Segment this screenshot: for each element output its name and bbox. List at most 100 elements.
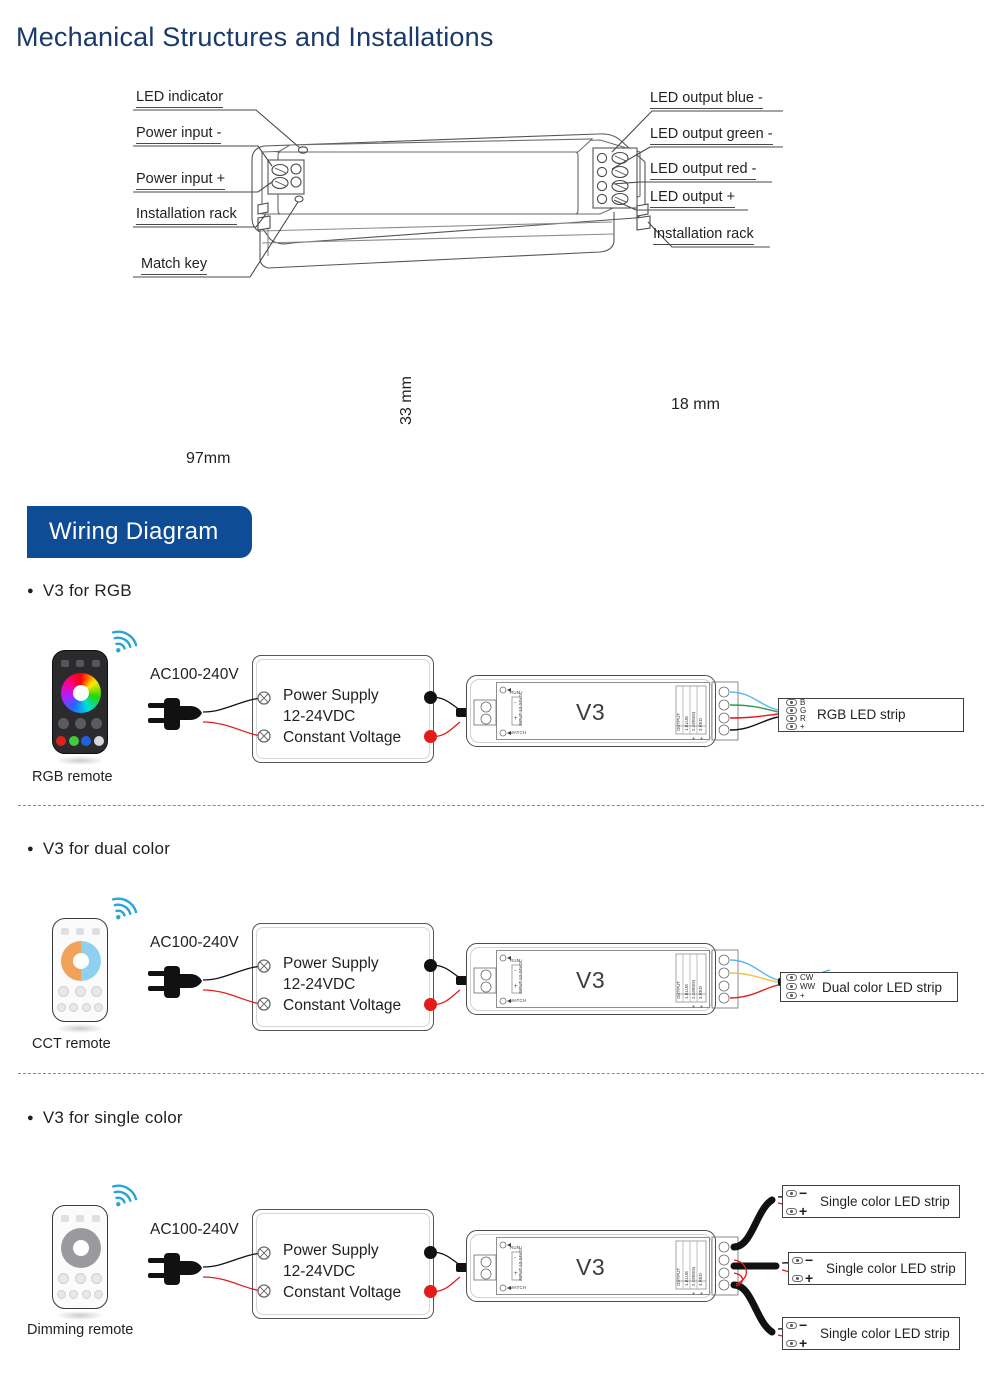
page-title: Mechanical Structures and Installations (16, 22, 494, 52)
v3-input-label-dimming: INPUT 12-24VDC (518, 1246, 523, 1281)
single-strip-1-pad-positive (786, 1208, 797, 1215)
psu-output-negative-dot-dimming (424, 1246, 437, 1259)
rgb-remote-blue-button[interactable] (81, 736, 92, 746)
dual-color-led-strip-label: Dual color LED strip (822, 980, 943, 995)
rgb-remote-power-button[interactable] (74, 718, 86, 729)
cct-remote-scene-button-1[interactable] (56, 1003, 66, 1012)
dimming-wheel-center[interactable] (73, 1240, 89, 1256)
dimming-remote-prev-button[interactable] (58, 1273, 70, 1284)
cct-remote-label: CCT remote (32, 1036, 111, 1052)
v3-panel-cct (496, 950, 710, 1008)
cct-remote-top-button-1[interactable] (60, 928, 69, 935)
dimming-remote-scene-button-4[interactable] (94, 1290, 104, 1299)
rgb-strip-pad-plus (786, 723, 797, 730)
psu-line-3-rgb: Constant Voltage (283, 729, 402, 746)
cct-remote-power-button[interactable] (74, 986, 86, 997)
callout-power-input-negative: Power input - (136, 125, 222, 144)
dimming-remote-top-button-1[interactable] (60, 1215, 69, 1222)
v3-input-neg-cct: - (514, 968, 517, 974)
v3-out-col-2-cct: 2.GREEN (691, 979, 696, 999)
v3-out-plus-2-rgb: + (700, 736, 704, 742)
separator-2 (18, 1073, 984, 1074)
psu-line-3-dimming: Constant Voltage (283, 1284, 402, 1301)
heading-v3-for-rgb: V3 for RGB (27, 581, 132, 601)
cct-remote-scene-button-3[interactable] (81, 1003, 91, 1012)
v3-out-col-1-cct: 1.BLUE (684, 983, 689, 999)
rgb-remote-white-button[interactable] (94, 736, 105, 746)
psu-line-2-cct: 12-24VDC (283, 976, 356, 993)
v3-input-neg-rgb: - (514, 700, 517, 706)
ac-label-rgb: AC100-240V (150, 666, 239, 683)
callout-power-input-positive: Power input + (136, 171, 226, 190)
psu-line-1-rgb: Power Supply (283, 687, 379, 704)
dual-strip-terminal-plus: + (800, 991, 805, 1000)
cct-remote-top-button-3[interactable] (91, 928, 100, 935)
wiring-diagram-banner-label: Wiring Diagram (49, 518, 219, 545)
v3-out-plus-1-cct: + (692, 1004, 696, 1010)
rgb-remote-red-button[interactable] (55, 736, 66, 746)
ac-plug-icon-dimming (148, 1253, 202, 1285)
v3-input-pos-dimming: + (514, 1271, 518, 1277)
rgb-strip-pad-b (786, 699, 797, 706)
v3-out-col-1-rgb: 1.BLUE (684, 715, 689, 731)
single-strip-1-terminal-negative: − (799, 1185, 808, 1201)
psu-line-3-cct: Constant Voltage (283, 997, 402, 1014)
callout-match-key: Match key (141, 256, 208, 275)
rgb-remote-top-button-3[interactable] (91, 660, 100, 667)
single-strip-3-pad-positive (786, 1340, 797, 1347)
v3-input-label-rgb: INPUT 12-24VDC (518, 691, 523, 726)
psu-line-1-dimming: Power Supply (283, 1242, 379, 1259)
rgb-remote-next-button[interactable] (90, 718, 102, 729)
cct-remote-next-button[interactable] (90, 986, 102, 997)
single-strip-3-pad-negative (786, 1322, 797, 1329)
psu-output-positive-dot-dimming (424, 1285, 437, 1298)
v3-output-label-dimming: OUTPUT (676, 1267, 681, 1286)
rgb-strip-pad-r (786, 715, 797, 722)
psu-line-1-cct: Power Supply (283, 955, 379, 972)
psu-output-negative-dot-rgb (424, 691, 437, 704)
wifi-icon-dimming (111, 1184, 138, 1207)
rgb-remote-top-button-2[interactable] (76, 660, 84, 667)
cct-remote-prev-button[interactable] (58, 986, 70, 997)
dimming-remote-label: Dimming remote (27, 1322, 134, 1338)
rgb-remote-shadow (56, 756, 104, 765)
rgb-remote-green-button[interactable] (68, 736, 79, 746)
dimming-remote-next-button[interactable] (90, 1273, 102, 1284)
dimming-remote-shadow (56, 1311, 104, 1320)
psu-line-2-rgb: 12-24VDC (283, 708, 356, 725)
cct-remote-top-button-2[interactable] (76, 928, 84, 935)
rgb-remote-top-button-1[interactable] (60, 660, 69, 667)
cct-remote-shadow (56, 1024, 104, 1033)
cct-remote-scene-button-4[interactable] (94, 1003, 104, 1012)
dimming-wheel[interactable] (61, 1228, 101, 1268)
v3-input-label-cct: INPUT 12-24VDC (518, 959, 523, 994)
dual-strip-terminal-ww: WW (800, 982, 816, 991)
ac-label-cct: AC100-240V (150, 934, 239, 951)
dimming-remote-top-button-3[interactable] (91, 1215, 100, 1222)
dual-strip-pad-cw (786, 974, 797, 981)
v3-out-plus-2-cct: + (700, 1004, 704, 1010)
rgb-color-wheel-center[interactable] (73, 685, 89, 701)
dimension-height: 18 mm (671, 396, 720, 413)
rgb-remote-label: RGB remote (32, 769, 113, 785)
dimming-remote-scene-button-1[interactable] (56, 1290, 66, 1299)
ac-plug-icon-cct (148, 966, 202, 998)
cct-remote-scene-button-2[interactable] (69, 1003, 79, 1012)
dimming-remote-top-button-2[interactable] (76, 1215, 84, 1222)
v3-out-plus-2-dimming: + (700, 1291, 704, 1297)
rgb-remote-prev-button[interactable] (58, 718, 70, 729)
cct-color-wheel[interactable] (61, 941, 101, 981)
single-strip-2-terminal-positive: + (805, 1270, 814, 1286)
cct-remote[interactable] (52, 918, 108, 1022)
dimming-remote-scene-button-3[interactable] (81, 1290, 91, 1299)
cct-color-wheel-center[interactable] (73, 953, 89, 969)
v3-out-col-2-rgb: 2.GREEN (691, 711, 696, 731)
rgb-remote[interactable] (52, 650, 108, 754)
v3-out-col-3-rgb: 3.RED (698, 718, 703, 731)
dimming-remote-scene-button-2[interactable] (69, 1290, 79, 1299)
dimming-remote-power-button[interactable] (74, 1273, 86, 1284)
dimming-remote[interactable] (52, 1205, 108, 1309)
v3-output-label-rgb: OUTPUT (676, 712, 681, 731)
single-strip-2-terminal-negative: − (805, 1252, 814, 1268)
rgb-color-wheel[interactable] (61, 673, 101, 713)
